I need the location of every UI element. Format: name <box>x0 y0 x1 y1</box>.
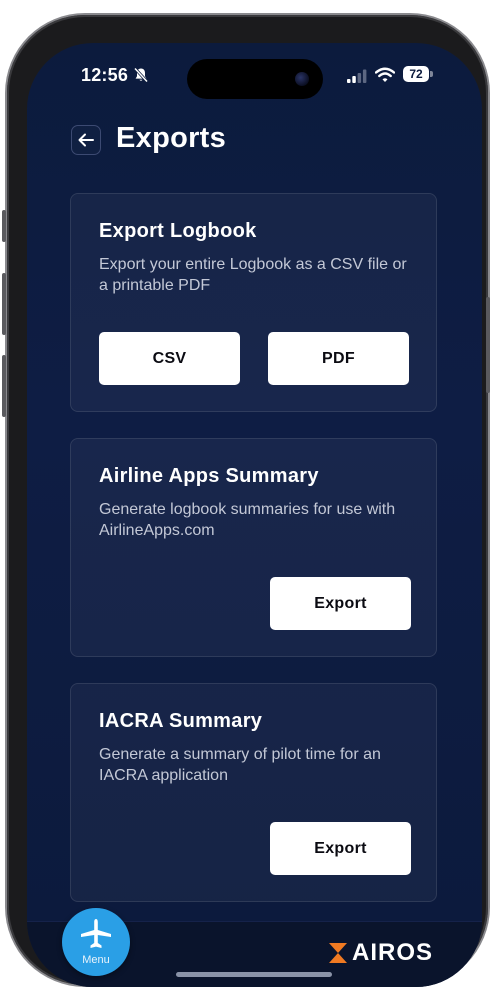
card-title: Airline Apps Summary <box>99 465 319 487</box>
airplane-icon <box>81 919 111 948</box>
airos-logo-icon <box>329 943 347 963</box>
battery-icon: 72 <box>403 66 433 82</box>
home-indicator[interactable] <box>176 972 332 977</box>
volume-up-button <box>2 273 6 335</box>
app-screen: 12:56 72 Exports Export Logbook Export y… <box>27 43 482 987</box>
page-title: Exports <box>116 122 227 154</box>
airline-apps-summary-card: Airline Apps Summary Generate logbook su… <box>70 438 437 657</box>
card-description: Generate logbook summaries for use with … <box>99 501 396 539</box>
card-description: Export your entire Logbook as a CSV file… <box>99 256 407 294</box>
iacra-export-button[interactable]: Export <box>270 822 411 875</box>
back-button[interactable] <box>71 125 101 155</box>
battery-level: 72 <box>403 66 429 82</box>
card-title: IACRA Summary <box>99 710 263 732</box>
csv-button[interactable]: CSV <box>99 332 240 385</box>
brand-logo: AIROS <box>328 939 434 966</box>
card-title: Export Logbook <box>99 220 257 242</box>
iacra-summary-card: IACRA Summary Generate a summary of pilo… <box>70 683 437 902</box>
dynamic-island <box>187 59 323 99</box>
menu-label: Menu <box>82 954 110 966</box>
menu-button[interactable]: Menu <box>62 908 130 976</box>
signal-icon <box>347 69 367 83</box>
status-time: 12:56 <box>81 65 129 85</box>
bell-slash-icon <box>133 67 149 83</box>
battery-cap <box>430 71 433 77</box>
front-camera <box>295 72 309 86</box>
brand-name: AIROS <box>352 939 434 966</box>
power-button <box>486 297 490 393</box>
phone-frame: 12:56 72 Exports Export Logbook Export y… <box>2 15 490 987</box>
wifi-icon <box>375 67 395 82</box>
card-description: Generate a summary of pilot time for an … <box>99 746 381 784</box>
export-logbook-card: Export Logbook Export your entire Logboo… <box>70 193 437 412</box>
airline-apps-export-button[interactable]: Export <box>270 577 411 630</box>
action-button <box>2 210 6 242</box>
arrow-left-icon <box>78 133 94 147</box>
pdf-button[interactable]: PDF <box>268 332 409 385</box>
volume-down-button <box>2 355 6 417</box>
